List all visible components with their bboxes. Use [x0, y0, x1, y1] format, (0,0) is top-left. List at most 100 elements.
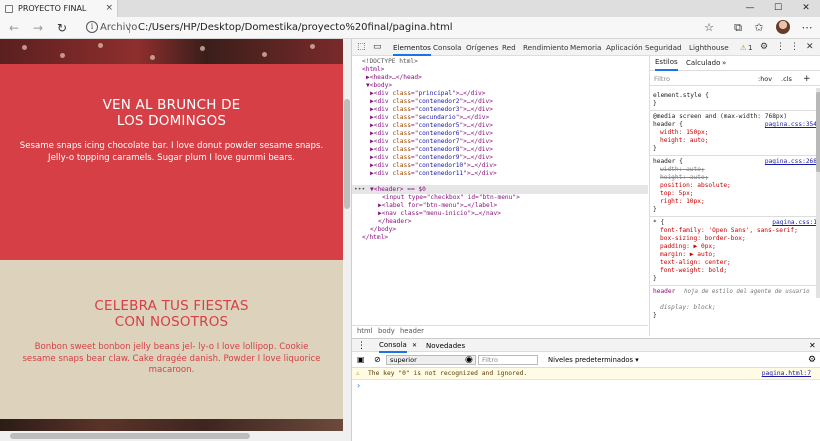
forward-arrow-icon[interactable]: →	[30, 20, 46, 36]
div-node[interactable]: ▶<div class="contenedor7">…</div>	[370, 138, 493, 146]
rule2-prop[interactable]: top: 5px;	[660, 190, 694, 198]
head-node[interactable]: ▶<head>…</head>	[366, 74, 422, 82]
dock-side-icon[interactable]: ⋮	[776, 39, 785, 56]
console-filter-input[interactable]: Filtro	[478, 355, 538, 365]
div-node[interactable]: ▶<div class="contenedor2">…</div>	[370, 98, 493, 106]
rule1-source-link[interactable]: pagina.css:354	[765, 121, 817, 128]
drawer-tab-close-icon[interactable]: ✕	[412, 339, 417, 353]
tab-seguridad[interactable]: Seguridad	[645, 39, 682, 56]
sidebar-toggle-icon[interactable]: ▣	[357, 352, 365, 368]
styles-filter-input[interactable]: Filtro	[654, 72, 670, 86]
nav-node[interactable]: ▶<nav class="menu-inicio">…</nav>	[378, 210, 501, 218]
body-node[interactable]: ▼<body>	[366, 82, 392, 90]
console-settings-icon[interactable]: ⚙	[808, 352, 816, 368]
vertical-scrollbar[interactable]	[343, 39, 351, 441]
tab-lighthouse[interactable]: Lighthouse	[689, 39, 729, 56]
more-menu-icon[interactable]: ⋯	[799, 20, 815, 36]
collections-icon[interactable]: ⧉	[730, 20, 746, 36]
crumb-html[interactable]: html	[357, 326, 372, 337]
rule1-selector[interactable]: header {	[653, 121, 683, 129]
div-node[interactable]: ▶<div class="contenedor3">…</div>	[370, 106, 493, 114]
drawer-menu-icon[interactable]: ⋮	[357, 339, 366, 353]
styles-scrollbar[interactable]	[816, 88, 820, 298]
tab-rendimiento[interactable]: Rendimiento	[523, 39, 568, 56]
maximize-button[interactable]: ☐	[764, 0, 792, 17]
div-node[interactable]: ▶<div class="contenedor9">…</div>	[370, 154, 493, 162]
warning-icon[interactable]: ⚠	[740, 39, 746, 56]
inspect-element-icon[interactable]: ⬚	[357, 39, 366, 56]
div-node[interactable]: ▶<div class="principal">…</div>	[370, 90, 486, 98]
div-node[interactable]: ▶<div class="secundario">…</div>	[370, 114, 489, 122]
info-icon[interactable]: i	[86, 21, 98, 33]
more-tabs-icon[interactable]: »	[722, 56, 726, 71]
rule3-selector[interactable]: * {	[653, 219, 664, 227]
rule2-overridden-prop[interactable]: height: auto;	[660, 174, 708, 182]
rule3-prop[interactable]: box-sizing: border-box;	[660, 235, 746, 243]
scroll-thumb[interactable]	[10, 433, 250, 439]
refresh-icon[interactable]: ↻	[54, 20, 70, 36]
back-arrow-icon[interactable]: ←	[6, 20, 22, 36]
settings-gear-icon[interactable]: ⚙	[760, 39, 768, 56]
rule3-prop[interactable]: font-family: 'Open Sans', sans-serif;	[660, 227, 798, 235]
rule3-prop[interactable]: margin: ▶ auto;	[660, 251, 716, 259]
log-levels-dropdown[interactable]: Niveles predeterminados ▾	[548, 352, 639, 368]
close-drawer-icon[interactable]: ✕	[809, 339, 816, 353]
div-node[interactable]: ▶<div class="contenedor11">…</div>	[370, 170, 497, 178]
more-tools-icon[interactable]: ⋮	[790, 39, 799, 56]
rule2-prop[interactable]: position: absolute;	[660, 182, 731, 190]
scroll-thumb[interactable]	[344, 99, 350, 209]
minimize-button[interactable]: —	[736, 0, 764, 17]
device-toolbar-icon[interactable]: ▭	[373, 39, 382, 56]
tab-close-icon[interactable]: ×	[105, 0, 113, 17]
rule1-prop[interactable]: width: 150px;	[660, 129, 708, 137]
favorite-star-icon[interactable]: ☆	[701, 20, 717, 36]
new-rule-button[interactable]: +	[803, 72, 811, 86]
body-close-node[interactable]: </body>	[370, 226, 396, 234]
div-node[interactable]: ▶<div class="contenedor5">…</div>	[370, 122, 493, 130]
close-devtools-icon[interactable]: ✕	[806, 39, 814, 56]
rule3-prop[interactable]: padding: ▶ 0px;	[660, 243, 716, 251]
doctype-node[interactable]: <!DOCTYPE html>	[362, 58, 418, 66]
tab-memoria[interactable]: Memoria	[570, 39, 601, 56]
profile-avatar[interactable]	[776, 20, 790, 34]
horizontal-scrollbar[interactable]	[0, 431, 343, 441]
tab-aplicacion[interactable]: Aplicación	[606, 39, 643, 56]
tab-elementos[interactable]: Elementos	[393, 39, 431, 56]
label-node[interactable]: ▶<label for="btn-menu">…</label>	[378, 202, 497, 210]
drawer-tab-consola[interactable]: Consola	[379, 339, 407, 353]
clear-console-icon[interactable]: ⊘	[374, 352, 381, 368]
tab-origenes[interactable]: Orígenes	[466, 39, 498, 56]
tab-estilos[interactable]: Estilos	[655, 56, 678, 71]
warning-source-link[interactable]: pagina.html:7	[762, 368, 811, 380]
console-prompt[interactable]: ›	[357, 381, 360, 390]
tab-consola[interactable]: Consola	[433, 39, 462, 56]
rule1-prop[interactable]: height: auto;	[660, 137, 708, 145]
crumb-body[interactable]: body	[378, 326, 395, 337]
rule2-prop[interactable]: right: 10px;	[660, 198, 705, 206]
rule2-overridden-prop[interactable]: width: auto;	[660, 166, 705, 174]
header-node[interactable]: ▼<header> == $0	[370, 186, 426, 194]
tab-calculado[interactable]: Calculado	[686, 56, 720, 71]
context-select[interactable]: superior ▾	[386, 355, 476, 365]
hov-button[interactable]: :hov	[758, 72, 772, 86]
tab-red[interactable]: Red	[502, 39, 516, 56]
crumb-header[interactable]: header	[400, 326, 424, 337]
div-node[interactable]: ▶<div class="contenedor8">…</div>	[370, 146, 493, 154]
html-node[interactable]: <html>	[362, 66, 384, 74]
header-close-node[interactable]: </header>	[378, 218, 412, 226]
dom-ellipsis-icon[interactable]: •••	[354, 186, 365, 194]
element-style-rule[interactable]: element.style {	[653, 92, 709, 100]
html-close-node[interactable]: </html>	[362, 234, 388, 242]
rule2-selector[interactable]: header {	[653, 158, 683, 166]
div-node[interactable]: ▶<div class="contenedor6">…</div>	[370, 130, 493, 138]
rule3-source-link[interactable]: pagina.css:1	[772, 219, 817, 226]
rule3-prop[interactable]: font-weight: bold;	[660, 267, 727, 275]
url-field[interactable]: C:/Users/HP/Desktop/Domestika/proyecto%2…	[138, 20, 452, 36]
rule3-prop[interactable]: text-align: center;	[660, 259, 731, 267]
rule2-source-link[interactable]: pagina.css:268	[765, 158, 817, 165]
scroll-thumb[interactable]	[816, 92, 820, 172]
div-node[interactable]: ▶<div class="contenedor10">…</div>	[370, 162, 497, 170]
browser-tab[interactable]: PROYECTO FINAL ×	[0, 0, 118, 17]
input-node[interactable]: <input type="checkbox" id="btn-menu">	[382, 194, 520, 202]
close-window-button[interactable]: ✕	[792, 0, 820, 17]
